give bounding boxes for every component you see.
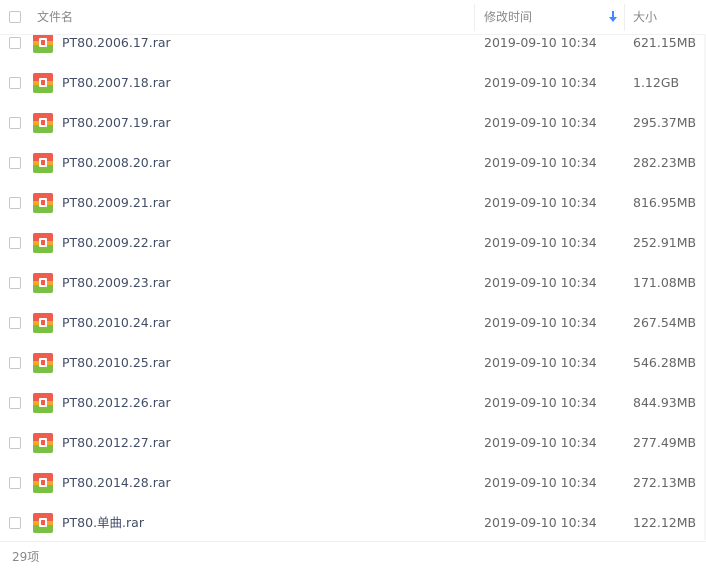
file-name[interactable]: PT80.2012.26.rar <box>62 383 171 423</box>
row-checkbox[interactable] <box>9 197 21 209</box>
file-row[interactable]: PT80.单曲.rar 2019-09-10 10:34 122.12MB <box>0 503 706 543</box>
rar-archive-icon[interactable] <box>32 472 54 494</box>
file-size: 171.08MB <box>633 275 697 290</box>
file-row[interactable]: PT80.2008.20.rar 2019-09-10 10:34 282.23MB <box>0 143 706 183</box>
rar-archive-icon[interactable] <box>32 232 54 254</box>
column-divider[interactable] <box>474 4 475 31</box>
file-modified: 2019-09-10 10:34 <box>484 475 597 490</box>
file-row[interactable]: PT80.2012.27.rar 2019-09-10 10:34 277.49MB <box>0 423 706 463</box>
file-name[interactable]: PT80.2009.22.rar <box>62 223 171 263</box>
row-checkbox[interactable] <box>9 397 21 409</box>
file-size: 816.95MB <box>633 195 697 210</box>
file-name[interactable]: PT80.2012.27.rar <box>62 423 171 463</box>
row-checkbox[interactable] <box>9 157 21 169</box>
row-checkbox[interactable] <box>9 357 21 369</box>
rar-archive-icon[interactable] <box>32 72 54 94</box>
status-bar: 29项 <box>0 541 706 569</box>
file-modified: 2019-09-10 10:34 <box>484 315 597 330</box>
file-size: 122.12MB <box>633 515 697 530</box>
rar-archive-icon[interactable] <box>32 152 54 174</box>
file-modified: 2019-09-10 10:34 <box>484 115 597 130</box>
rar-archive-icon[interactable] <box>32 192 54 214</box>
file-row[interactable]: PT80.2009.21.rar 2019-09-10 10:34 816.95MB <box>0 183 706 223</box>
select-all-checkbox[interactable] <box>9 11 21 23</box>
file-modified: 2019-09-10 10:34 <box>484 355 597 370</box>
file-modified: 2019-09-10 10:34 <box>484 435 597 450</box>
file-size: 252.91MB <box>633 235 697 250</box>
rar-archive-icon[interactable] <box>32 432 54 454</box>
file-size: 844.93MB <box>633 395 697 410</box>
file-name[interactable]: PT80.2008.20.rar <box>62 143 171 183</box>
file-size: 282.23MB <box>633 155 697 170</box>
column-divider[interactable] <box>624 4 625 31</box>
file-modified: 2019-09-10 10:34 <box>484 395 597 410</box>
file-size: 267.54MB <box>633 315 697 330</box>
row-checkbox[interactable] <box>9 477 21 489</box>
rar-archive-icon[interactable] <box>32 32 54 54</box>
list-header: 文件名 修改时间 大小 <box>0 0 706 35</box>
rar-archive-icon[interactable] <box>32 272 54 294</box>
column-header-name[interactable]: 文件名 <box>37 0 73 34</box>
file-name[interactable]: PT80.单曲.rar <box>62 503 144 543</box>
file-name[interactable]: PT80.2009.23.rar <box>62 263 171 303</box>
file-row[interactable]: PT80.2012.26.rar 2019-09-10 10:34 844.93MB <box>0 383 706 423</box>
column-header-modified[interactable]: 修改时间 <box>484 0 532 34</box>
row-checkbox[interactable] <box>9 77 21 89</box>
file-size: 1.12GB <box>633 75 680 90</box>
file-size: 546.28MB <box>633 355 697 370</box>
file-name[interactable]: PT80.2010.25.rar <box>62 343 171 383</box>
file-size: 277.49MB <box>633 435 697 450</box>
file-name[interactable]: PT80.2007.19.rar <box>62 103 171 143</box>
rar-archive-icon[interactable] <box>32 392 54 414</box>
file-row[interactable]: PT80.2009.23.rar 2019-09-10 10:34 171.08MB <box>0 263 706 303</box>
file-size: 272.13MB <box>633 475 697 490</box>
row-checkbox[interactable] <box>9 237 21 249</box>
column-header-size[interactable]: 大小 <box>633 0 657 34</box>
row-checkbox[interactable] <box>9 317 21 329</box>
file-row[interactable]: PT80.2009.22.rar 2019-09-10 10:34 252.91MB <box>0 223 706 263</box>
file-modified: 2019-09-10 10:34 <box>484 75 597 90</box>
file-row[interactable]: PT80.2014.28.rar 2019-09-10 10:34 272.13MB <box>0 463 706 503</box>
file-name[interactable]: PT80.2010.24.rar <box>62 303 171 343</box>
file-modified: 2019-09-10 10:34 <box>484 155 597 170</box>
file-modified: 2019-09-10 10:34 <box>484 195 597 210</box>
row-checkbox[interactable] <box>9 117 21 129</box>
row-checkbox[interactable] <box>9 437 21 449</box>
row-checkbox[interactable] <box>9 277 21 289</box>
file-row[interactable]: PT80.2010.24.rar 2019-09-10 10:34 267.54MB <box>0 303 706 343</box>
rar-archive-icon[interactable] <box>32 112 54 134</box>
file-name[interactable]: PT80.2014.28.rar <box>62 463 171 503</box>
file-row[interactable]: PT80.2010.25.rar 2019-09-10 10:34 546.28MB <box>0 343 706 383</box>
file-modified: 2019-09-10 10:34 <box>484 275 597 290</box>
file-list: PT80.2006.17.rar 2019-09-10 10:34 621.15MB… <box>0 23 706 543</box>
file-modified: 2019-09-10 10:34 <box>484 235 597 250</box>
file-row[interactable]: PT80.2007.18.rar 2019-09-10 10:34 1.12GB <box>0 63 706 103</box>
row-checkbox[interactable] <box>9 37 21 49</box>
row-checkbox[interactable] <box>9 517 21 529</box>
rar-archive-icon[interactable] <box>32 312 54 334</box>
file-modified: 2019-09-10 10:34 <box>484 515 597 530</box>
file-size: 295.37MB <box>633 115 697 130</box>
arrow-down-icon[interactable] <box>607 9 619 23</box>
rar-archive-icon[interactable] <box>32 352 54 374</box>
rar-archive-icon[interactable] <box>32 512 54 534</box>
file-name[interactable]: PT80.2007.18.rar <box>62 63 171 103</box>
file-name[interactable]: PT80.2009.21.rar <box>62 183 171 223</box>
file-row[interactable]: PT80.2007.19.rar 2019-09-10 10:34 295.37MB <box>0 103 706 143</box>
